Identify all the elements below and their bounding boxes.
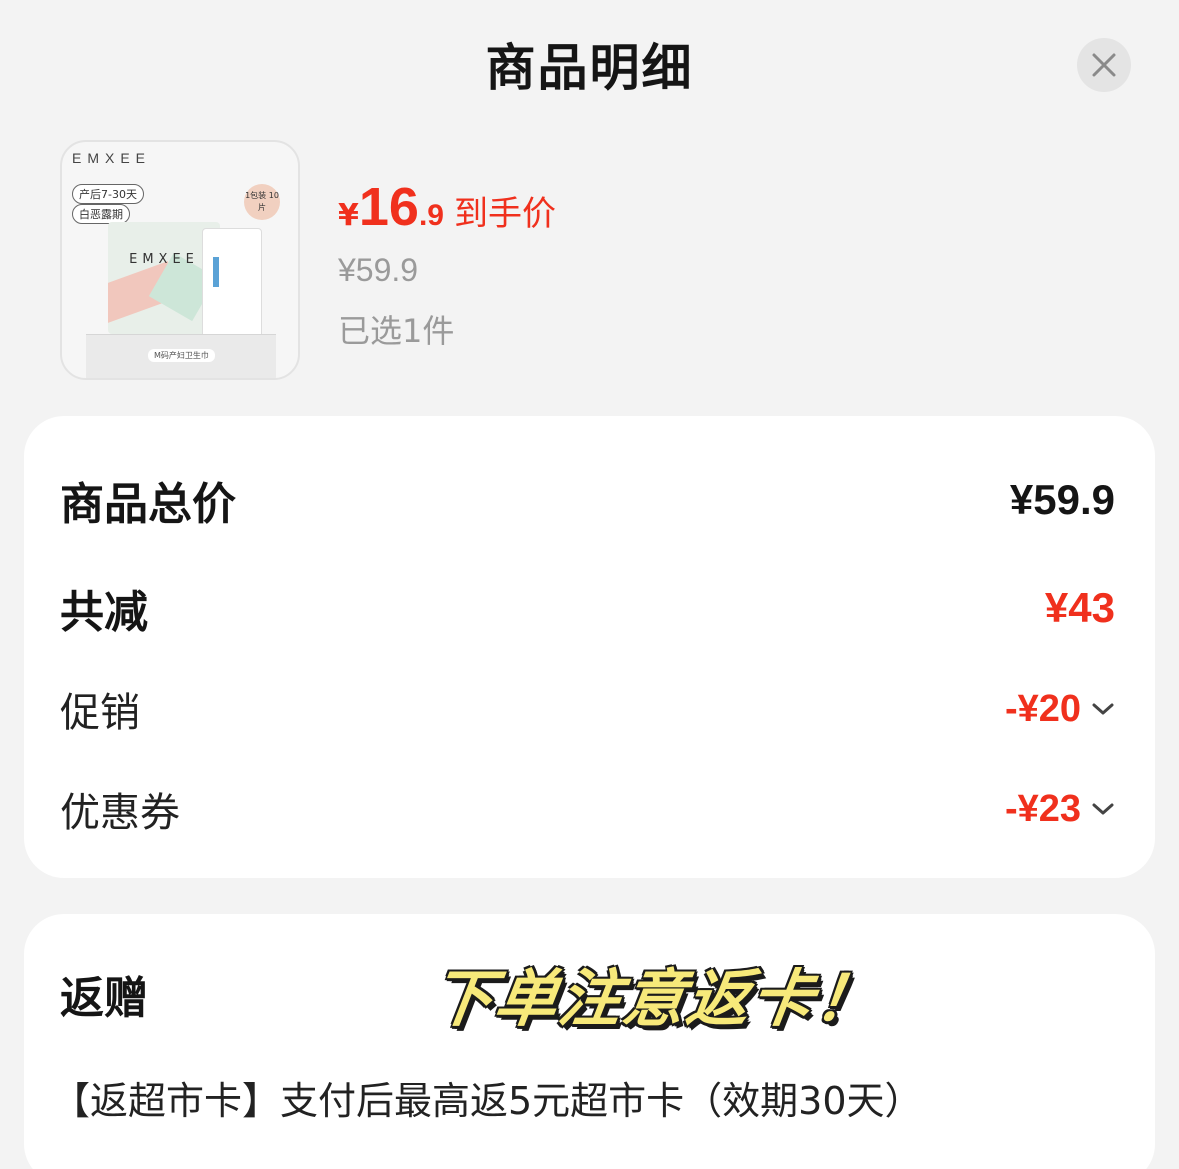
price-currency: ¥ xyxy=(338,198,359,233)
chevron-down-icon[interactable] xyxy=(1091,801,1115,817)
selected-count: 已选1件 xyxy=(338,312,455,350)
thumbnail-brand: EMXEE xyxy=(72,150,152,166)
price-label: 到手价 xyxy=(453,194,556,234)
final-price: ¥16.9 到手价 xyxy=(338,176,556,238)
total-reduce-value: ¥43 xyxy=(1044,584,1115,631)
product-base: M码产妇卫生巾 xyxy=(86,334,276,378)
pad-image xyxy=(202,228,262,338)
base-label: M码产妇卫生巾 xyxy=(148,349,215,362)
thumbnail-tag-period: 产后7-30天 xyxy=(72,184,144,204)
coupon-row[interactable]: 优惠券 -¥23 xyxy=(60,780,1115,838)
return-gift-description: 【返超市卡】支付后最高返5元超市卡（效期30天） xyxy=(52,1079,923,1123)
total-price-value: ¥59.9 xyxy=(1009,476,1115,523)
chevron-down-icon[interactable] xyxy=(1091,701,1115,717)
promotion-row[interactable]: 促销 -¥20 xyxy=(60,680,1115,738)
total-price-row: 商品总价 ¥59.9 xyxy=(60,468,1115,532)
coupon-value: -¥23 xyxy=(1004,787,1081,830)
coupon-label: 优惠券 xyxy=(60,790,180,836)
return-gift-card: 返赠 下单注意返卡！ 【返超市卡】支付后最高返5元超市卡（效期30天） xyxy=(24,914,1155,1169)
close-icon xyxy=(1092,53,1116,77)
product-detail-sheet: 商品明细 EMXEE 产后7-30天 白恶露期 1包装 10片 EMXEE M码… xyxy=(0,0,1179,1169)
return-gift-label: 返赠 xyxy=(60,973,148,1024)
promotion-label: 促销 xyxy=(60,690,140,736)
notice-banner: 下单注意返卡！ xyxy=(426,962,885,1035)
price-decimal: .9 xyxy=(418,199,444,232)
total-reduce-row: 共减 ¥43 xyxy=(60,576,1115,640)
thumbnail-pack-badge: 1包装 10片 xyxy=(244,184,280,220)
product-thumbnail[interactable]: EMXEE 产后7-30天 白恶露期 1包装 10片 EMXEE M码产妇卫生巾 xyxy=(60,140,300,380)
total-reduce-label: 共减 xyxy=(60,587,148,638)
original-price: ¥59.9 xyxy=(338,252,419,288)
price-integer: 16 xyxy=(358,177,419,237)
thumbnail-tag-stage: 白恶露期 xyxy=(72,204,130,224)
promotion-value: -¥20 xyxy=(1004,687,1081,730)
page-title: 商品明细 xyxy=(485,39,694,97)
total-price-label: 商品总价 xyxy=(60,479,236,530)
price-summary-card: 商品总价 ¥59.9 共减 ¥43 促销 -¥20 优惠券 -¥23 xyxy=(24,416,1155,878)
close-button[interactable] xyxy=(1077,38,1131,92)
